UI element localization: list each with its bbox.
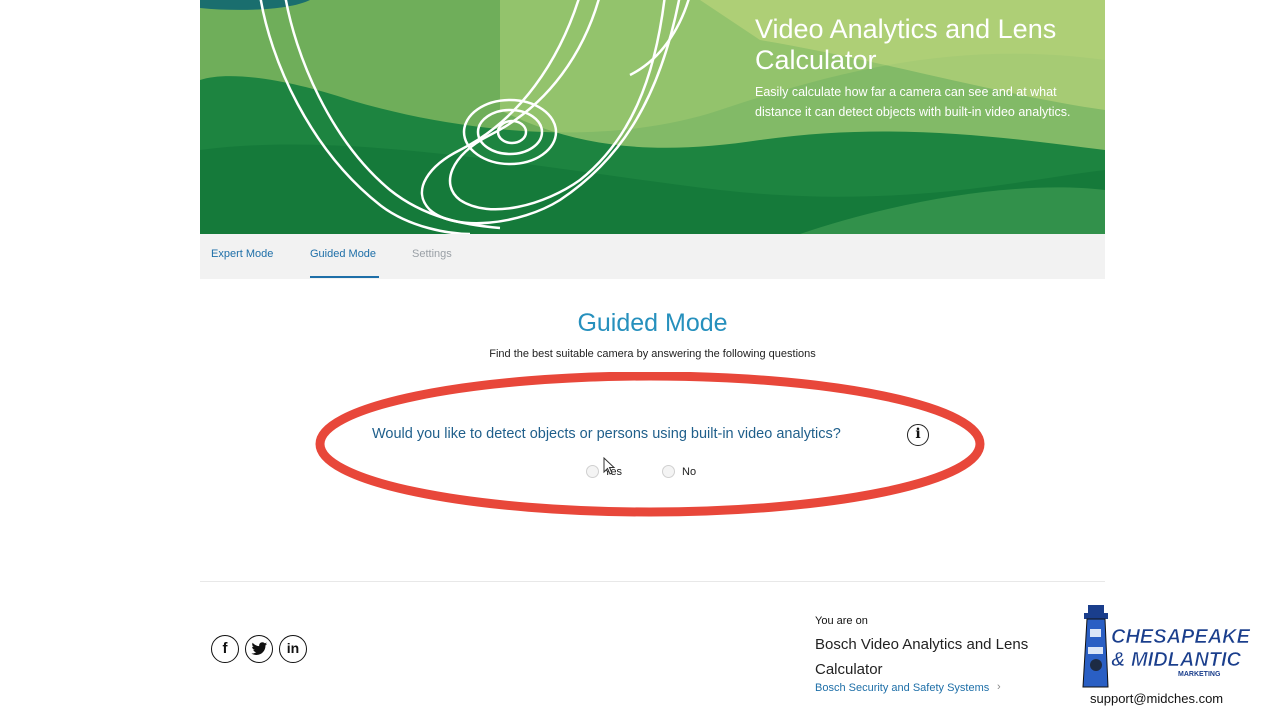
chevron-right-icon: ›: [997, 681, 1001, 693]
mouse-cursor-icon: [603, 457, 616, 475]
hero-title: Video Analytics and Lens Calculator: [755, 14, 1057, 75]
mode-tabs: Expert Mode Guided Mode Settings: [200, 234, 1105, 279]
twitter-bird-icon: [250, 642, 267, 655]
question-text: Would you like to detect objects or pers…: [372, 426, 841, 442]
footer-divider: [200, 581, 1105, 582]
facebook-icon[interactable]: f: [211, 635, 239, 663]
linkedin-icon[interactable]: in: [279, 635, 307, 663]
highlight-ellipse: [315, 372, 985, 517]
logo-line1: CHESAPEAKE: [1111, 626, 1251, 648]
chesapeake-midlantic-logo: CHESAPEAKE & MIDLANTIC MARKETING: [1082, 605, 1251, 688]
logo-line3: MARKETING: [1178, 671, 1221, 678]
tab-settings[interactable]: Settings: [412, 248, 452, 260]
active-tab-indicator: [310, 276, 379, 278]
radio-yes[interactable]: [586, 465, 599, 478]
support-email: support@midches.com: [1090, 691, 1224, 706]
site-name: Bosch Video Analytics and Lens Calculato…: [815, 636, 1029, 678]
page-title: Guided Mode: [577, 309, 728, 337]
you-are-on-label: You are on: [815, 615, 868, 627]
radio-no[interactable]: [662, 465, 675, 478]
info-icon[interactable]: i: [907, 424, 929, 446]
tab-guided-mode[interactable]: Guided Mode: [310, 248, 376, 260]
bosch-security-link[interactable]: Bosch Security and Safety Systems: [815, 682, 989, 694]
page: Video Analytics and Lens Calculator Easi…: [0, 0, 1280, 720]
twitter-icon[interactable]: [245, 635, 273, 663]
radio-no-label[interactable]: No: [682, 466, 696, 478]
hero-subtitle: Easily calculate how far a camera can se…: [755, 85, 1071, 119]
tab-expert-mode[interactable]: Expert Mode: [211, 248, 273, 260]
page-subtitle: Find the best suitable camera by answeri…: [489, 348, 816, 360]
hero-banner: Video Analytics and Lens Calculator Easi…: [200, 0, 1105, 234]
logo-line2: & MIDLANTIC: [1111, 649, 1242, 671]
